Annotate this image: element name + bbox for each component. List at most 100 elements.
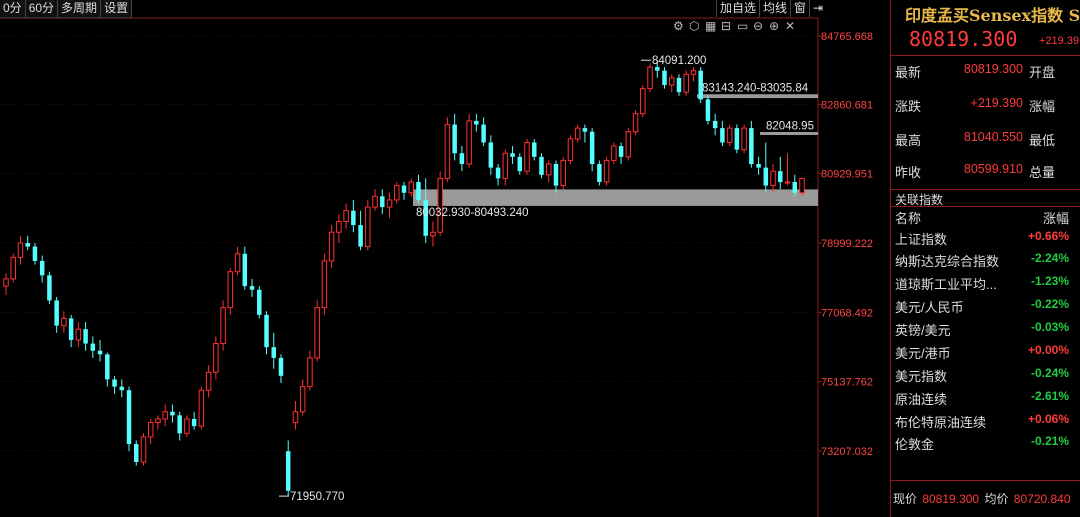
candle-body — [611, 145, 617, 161]
support-zone — [413, 189, 818, 206]
candle-body — [3, 278, 9, 287]
related-row[interactable]: 纳斯达克综合指数 -2.24% — [895, 251, 1077, 273]
candle-body — [10, 256, 16, 280]
related-row[interactable]: 美元指数 -0.24% — [895, 366, 1077, 388]
candle-body — [234, 253, 241, 273]
related-row[interactable]: 美元/人民币 -0.22% — [895, 297, 1077, 319]
candle-body — [437, 177, 443, 233]
related-row[interactable]: 道琼斯工业平均... -1.23% — [895, 274, 1077, 296]
candle-body — [25, 243, 30, 247]
candle-body — [249, 286, 255, 290]
related-row[interactable]: 美元/港币 +0.00% — [895, 343, 1077, 365]
y-tick-label: 77068.492 — [821, 307, 873, 319]
candle-body — [278, 357, 284, 376]
related-name: 美元指数 — [895, 369, 948, 384]
candle-body — [177, 415, 182, 434]
window-button[interactable]: 窗 — [790, 0, 809, 17]
candle-body — [147, 422, 154, 438]
candle-body — [430, 231, 436, 237]
period-minute-tab[interactable]: 0分 — [0, 0, 26, 17]
related-name: 伦敦金 — [895, 437, 935, 452]
related-row[interactable]: 英镑/美元 -0.03% — [895, 320, 1077, 342]
chart-top-toolbar: 加自选 均线 窗 ⇥ — [716, 0, 826, 17]
candle-body — [474, 120, 479, 125]
add-watchlist-button[interactable]: 加自选 — [716, 0, 759, 17]
related-change: +0.66% — [1027, 229, 1069, 243]
candle-body — [90, 343, 96, 351]
candle-body — [205, 371, 212, 391]
gear-icon[interactable]: ⚙ — [673, 19, 684, 33]
settings-tab[interactable]: 设置 — [101, 0, 133, 17]
candle-body — [68, 318, 74, 340]
multi-period-tab[interactable]: 多周期 — [58, 0, 102, 17]
candle-body — [336, 220, 342, 233]
divider — [891, 55, 1080, 56]
divider — [891, 189, 1080, 190]
zone-bottom-annotation: 80032.930-80493.240 — [416, 207, 529, 219]
candle-body — [416, 181, 421, 200]
candle-body — [517, 156, 523, 172]
candle-body — [47, 275, 52, 301]
candle-body — [39, 260, 45, 276]
candle-body — [61, 317, 67, 327]
candle-body — [669, 77, 675, 86]
window-icon[interactable]: ▭ — [737, 19, 748, 33]
candle-body — [488, 142, 494, 168]
kline-chart[interactable]: 84765.668 82860.681 80929.951 78999.222 7706… — [0, 0, 890, 517]
period-60min-tab[interactable]: 60分 — [26, 0, 59, 17]
candle-body — [314, 307, 320, 359]
related-name: 上证指数 — [895, 232, 948, 247]
related-name: 纳斯达克综合指数 — [895, 254, 1000, 269]
candle-body — [532, 142, 537, 157]
candle-body — [213, 343, 219, 373]
candle-body — [271, 347, 276, 358]
candle-body — [307, 357, 313, 388]
instrument-title: 印度孟买Sensex指数 S — [905, 6, 1080, 25]
related-change: -0.22% — [1030, 297, 1069, 311]
candle-body — [401, 185, 407, 193]
moving-average-button[interactable]: 均线 — [759, 0, 790, 17]
candle-body — [690, 70, 697, 75]
related-name: 美元/人民币 — [895, 300, 964, 315]
related-change: -0.24% — [1030, 366, 1069, 380]
related-row[interactable]: 原油连续 -2.61% — [895, 389, 1077, 411]
related-row[interactable]: 伦敦金 -0.21% — [895, 434, 1077, 456]
close-icon[interactable]: ✕ — [785, 19, 795, 33]
zoom-in-icon[interactable]: ⊕ — [769, 19, 779, 33]
grid-icon[interactable]: ▦ — [705, 19, 716, 33]
quote-row-change: 涨跌 +219.390 涨幅 — [895, 96, 1056, 114]
candle-body — [105, 354, 110, 380]
candle-body — [343, 210, 349, 222]
related-row[interactable]: 布伦特原油连续 +0.06% — [895, 412, 1077, 434]
candle-body — [285, 451, 291, 491]
footer-avg-label: 均价 — [984, 492, 1009, 506]
back-arrow-icon[interactable]: ⇥ — [809, 0, 826, 17]
related-row[interactable]: 上证指数 +0.66% — [895, 229, 1077, 251]
candle-body — [372, 195, 378, 208]
related-columns: 名称 涨幅 — [895, 208, 1077, 226]
candle-body — [720, 128, 725, 143]
candle-body — [632, 113, 639, 133]
candle-body — [712, 120, 718, 129]
hexagon-icon[interactable]: ⬡ — [689, 19, 699, 33]
candle-body — [220, 307, 226, 345]
scale-icon[interactable]: ⊟ — [721, 19, 731, 33]
related-change: -1.23% — [1030, 274, 1069, 288]
candle-body — [662, 70, 667, 86]
zone-top-annotation: 83143.240-83035.84 — [702, 82, 809, 94]
candle-body — [162, 411, 168, 420]
candle-body — [763, 167, 769, 186]
quote-row-prev-close: 昨收 80599.910 总量 — [895, 162, 1056, 180]
candle-body — [242, 253, 248, 287]
candle-body — [119, 386, 125, 391]
candle-body — [778, 171, 783, 182]
quote-row-high: 最高 81040.550 最低 — [895, 130, 1056, 148]
related-change: -0.21% — [1030, 434, 1069, 448]
level-annotation: 82048.95 — [766, 121, 814, 133]
col-change: 涨幅 — [1042, 211, 1069, 226]
candle-body — [170, 411, 175, 416]
candle-body — [589, 131, 595, 165]
app-window: 84765.668 82860.681 80929.951 78999.222 7706… — [0, 0, 1080, 517]
zoom-out-icon[interactable]: ⊖ — [753, 19, 763, 33]
candle-body — [380, 196, 385, 208]
